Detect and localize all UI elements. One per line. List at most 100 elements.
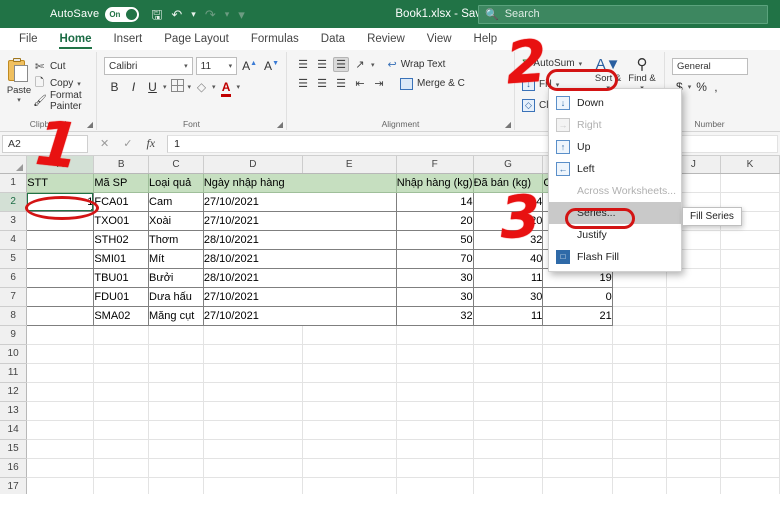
cell-c16[interactable] [148,458,204,478]
cell-i7[interactable] [666,287,721,307]
wrap-text-button[interactable]: ↩ Wrap Text [388,58,446,71]
cell-c7[interactable]: Dưa hấu [148,287,204,307]
cell-a6[interactable] [26,268,95,288]
cell-j16[interactable] [720,458,780,478]
cell-g11[interactable] [542,363,613,383]
cell-a13[interactable] [26,401,95,421]
percent-button[interactable]: % [696,80,707,94]
tab-review[interactable]: Review [356,31,416,47]
cell-b2[interactable]: FCA01 [93,192,150,212]
cell-a7[interactable] [26,287,95,307]
cell-d3[interactable]: 27/10/2021 [203,211,397,231]
cell-d16b[interactable] [302,458,397,478]
cell-h15[interactable] [612,439,667,459]
cell-f15[interactable] [473,439,544,459]
row-header-2[interactable]: 2 [0,192,28,212]
cell-c9[interactable] [148,325,204,345]
column-header-d[interactable]: D [203,156,303,174]
cell-a16[interactable] [26,458,95,478]
cell-c12[interactable] [148,382,204,402]
cell-c13[interactable] [148,401,204,421]
row-header-8[interactable]: 8 [0,306,28,326]
menu-item-justify[interactable]: Justify [549,224,681,246]
cell-i17[interactable] [666,477,721,494]
cell-d11b[interactable] [302,363,397,383]
cell-c1[interactable]: Loại quả [148,172,204,193]
row-header-14[interactable]: 14 [0,420,28,440]
menu-item-flash-fill[interactable]: □ Flash Fill [549,246,681,268]
column-header-f[interactable]: F [396,156,474,174]
cell-d9b[interactable] [302,325,397,345]
cell-h9[interactable] [612,325,667,345]
cell-a3[interactable] [26,211,95,231]
clipboard-dialog-launcher-icon[interactable]: ◢ [87,120,93,129]
cell-f8[interactable]: 11 [473,306,544,326]
cell-i16[interactable] [666,458,721,478]
cell-j1[interactable] [720,173,780,193]
cell-a2[interactable]: 1 [26,192,95,212]
cell-j17[interactable] [720,477,780,494]
bold-button[interactable]: B [106,80,123,94]
cell-f1[interactable]: Đã bán (kg) [473,172,544,193]
cut-button[interactable]: ✄ Cut [33,58,91,75]
column-header-k[interactable]: K [720,156,780,174]
cell-i9[interactable] [666,325,721,345]
formula-input[interactable]: 1 [167,134,778,153]
tab-help[interactable]: Help [463,31,509,47]
comma-button[interactable]: , [712,80,717,94]
formula-cancel-icon[interactable]: ✕ [100,137,109,150]
cell-d10b[interactable] [302,344,397,364]
cell-i11[interactable] [666,363,721,383]
row-header-10[interactable]: 10 [0,344,28,364]
customize-qat-icon[interactable]: ▾ [238,8,245,21]
cell-e2[interactable]: 14 [396,192,474,212]
column-header-a[interactable]: A [26,156,95,174]
cell-c15[interactable] [148,439,204,459]
cell-c11[interactable] [148,363,204,383]
font-color-button[interactable]: A [218,80,235,97]
number-format-select[interactable]: General [672,58,748,75]
tab-page-layout[interactable]: Page Layout [153,31,240,47]
cell-c2[interactable]: Cam [148,192,204,212]
cell-d15[interactable] [203,439,303,459]
cell-j12[interactable] [720,382,780,402]
cell-d15b[interactable] [302,439,397,459]
cell-f2[interactable]: 14 [473,192,544,212]
tab-insert[interactable]: Insert [102,31,153,47]
align-middle-button[interactable]: ☰ [314,58,330,71]
cell-c14[interactable] [148,420,204,440]
cell-f11[interactable] [473,363,544,383]
cell-i10[interactable] [666,344,721,364]
cell-g17[interactable] [542,477,613,494]
cell-b13[interactable] [93,401,150,421]
orientation-chevron-down-icon[interactable]: ▾ [371,61,375,69]
cell-h12[interactable] [612,382,667,402]
cell-c8[interactable]: Măng cụt [148,306,204,326]
cell-f5[interactable]: 40 [473,249,544,269]
row-header-12[interactable]: 12 [0,382,28,402]
cell-d11[interactable] [203,363,303,383]
undo-caret-icon[interactable]: ▾ [191,9,196,19]
autosum-button[interactable]: Σ AutoSum ▾ [520,54,591,73]
cell-f7[interactable]: 30 [473,287,544,307]
underline-chevron-down-icon[interactable]: ▾ [163,83,167,91]
cell-e5[interactable]: 70 [396,249,474,269]
cell-b8[interactable]: SMA02 [93,306,150,326]
cell-d16[interactable] [203,458,303,478]
cell-f16[interactable] [473,458,544,478]
name-box[interactable]: A2 [2,134,88,153]
cell-g9[interactable] [542,325,613,345]
cell-g7[interactable]: 0 [542,287,613,307]
cell-b10[interactable] [93,344,150,364]
cell-d4[interactable]: 28/10/2021 [203,230,397,250]
tab-formulas[interactable]: Formulas [240,31,310,47]
select-all-corner[interactable] [0,156,28,174]
align-right-button[interactable]: ☰ [333,77,349,90]
menu-item-fill-up[interactable]: ↑ Up [549,136,681,158]
cell-h14[interactable] [612,420,667,440]
align-top-button[interactable]: ☰ [295,58,311,71]
row-header-16[interactable]: 16 [0,458,28,478]
row-header-5[interactable]: 5 [0,249,28,269]
cell-f14[interactable] [473,420,544,440]
cell-c10[interactable] [148,344,204,364]
